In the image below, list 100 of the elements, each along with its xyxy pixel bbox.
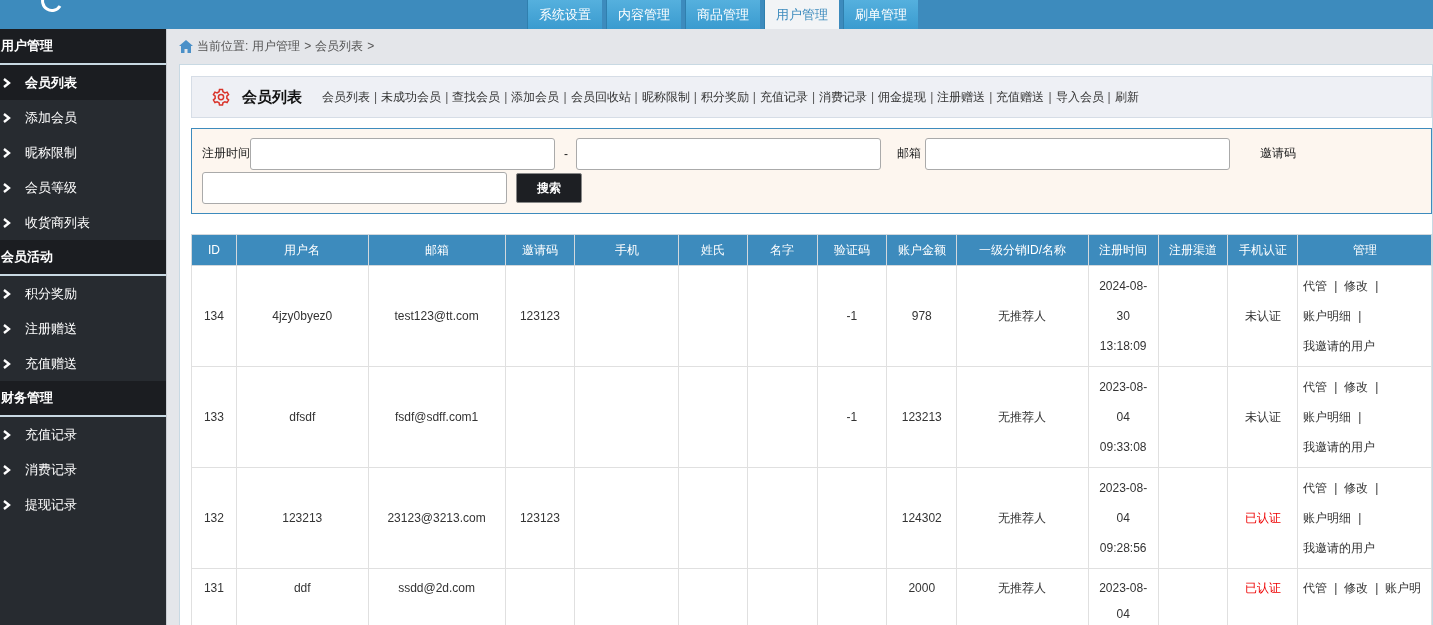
verify-status: 已认证 <box>1244 511 1281 525</box>
action-link[interactable]: 修改 <box>1344 380 1369 394</box>
sidebar-item[interactable]: 添加会员 <box>0 100 166 135</box>
sidebar-item-label: 消费记录 <box>25 460 77 479</box>
panel-link[interactable]: 充值赠送 <box>996 88 1045 106</box>
sidebar-item[interactable]: 充值赠送 <box>0 346 166 381</box>
action-link[interactable]: 修改 <box>1344 581 1369 595</box>
breadcrumb-separator: > <box>367 39 375 53</box>
input-field[interactable] <box>202 172 507 205</box>
chevron-icon <box>3 217 11 228</box>
separator: | <box>563 90 567 104</box>
action-link[interactable]: 我邀请的用户 <box>1303 339 1376 353</box>
panel-link[interactable]: 会员回收站 <box>570 88 631 106</box>
action-link[interactable]: 我邀请的用户 <box>1303 541 1376 555</box>
panel-link[interactable]: 充值记录 <box>759 88 808 106</box>
table-cell: 123213 <box>282 511 323 525</box>
column-header: 手机 <box>614 242 639 257</box>
table-cell: 4jzy0byez0 <box>272 309 333 323</box>
column-header: 邮箱 <box>424 242 449 257</box>
column-header: 注册时间 <box>1099 242 1148 257</box>
separator: | <box>1107 90 1111 104</box>
table-cell: 123213 <box>901 410 942 424</box>
column-header: 姓氏 <box>700 242 725 257</box>
gear-icon <box>212 88 230 106</box>
panel-link[interactable]: 未成功会员 <box>381 88 442 106</box>
input-field[interactable] <box>576 137 881 170</box>
action-link[interactable]: 代管 <box>1303 380 1328 394</box>
action-link[interactable]: 修改 <box>1344 279 1369 293</box>
separator: | <box>374 90 378 104</box>
sidebar-item[interactable]: 积分奖励 <box>0 276 166 311</box>
breadcrumb-link[interactable]: 会员列表 <box>315 37 364 55</box>
chevron-icon <box>3 429 11 440</box>
column-header: ID <box>207 243 220 257</box>
separator: | <box>504 90 508 104</box>
chevron-icon <box>3 464 11 475</box>
panel-link[interactable]: 佣金提现 <box>878 88 927 106</box>
action-link[interactable]: 代管 <box>1303 581 1328 595</box>
panel-link[interactable]: 会员列表 <box>322 88 370 106</box>
separator: | <box>1358 410 1362 424</box>
separator: | <box>1375 481 1379 495</box>
sidebar-item[interactable]: 收货商列表 <box>0 205 166 240</box>
chevron-icon <box>3 288 11 299</box>
panel-link[interactable]: 消费记录 <box>819 88 867 106</box>
panel-link[interactable]: 刷新 <box>1114 88 1139 106</box>
home-icon <box>179 39 193 53</box>
action-link[interactable]: 代管 <box>1303 481 1328 495</box>
table-cell: 无推荐人 <box>998 309 1047 323</box>
panel-link[interactable]: 导入会员 <box>1055 88 1104 106</box>
sidebar-item[interactable]: 充值记录 <box>0 417 166 452</box>
nav-tab[interactable]: 用户管理 <box>764 0 839 29</box>
panel-link[interactable]: 昵称限制 <box>641 88 690 106</box>
action-link[interactable]: 账户明 <box>1385 581 1422 595</box>
breadcrumb-label: 当前位置: <box>197 37 249 55</box>
sidebar-item[interactable]: 提现记录 <box>0 487 166 522</box>
action-link[interactable]: 账户明细 <box>1303 309 1352 323</box>
chevron-icon <box>3 499 11 510</box>
sidebar-item[interactable]: 会员等级 <box>0 170 166 205</box>
panel-link[interactable]: 注册赠送 <box>937 88 986 106</box>
table-cell: 123123 <box>519 511 560 525</box>
separator: | <box>693 90 697 104</box>
table-cell: 无推荐人 <box>998 410 1047 424</box>
table-cell: ssdd@2d.com <box>398 581 475 595</box>
table-cell: 134 <box>203 309 224 323</box>
action-link[interactable]: 账户明细 <box>1303 410 1352 424</box>
table-cell: 124302 <box>901 511 942 525</box>
chevron-icon <box>3 182 11 193</box>
search-button[interactable]: 搜索 <box>516 173 582 204</box>
table-cell: 132 <box>203 511 224 525</box>
action-link[interactable]: 我邀请的用户 <box>1303 440 1376 454</box>
separator: | <box>752 90 756 104</box>
separator: | <box>1334 279 1338 293</box>
sidebar-item[interactable]: 昵称限制 <box>0 135 166 170</box>
input-field[interactable] <box>250 137 555 170</box>
table-cell: 无推荐人 <box>998 511 1047 525</box>
sidebar-item[interactable]: 会员列表 <box>0 65 166 100</box>
sidebar-group-title: 用户管理 <box>0 29 166 65</box>
action-link[interactable]: 账户明细 <box>1303 511 1352 525</box>
action-link[interactable]: 修改 <box>1344 481 1369 495</box>
breadcrumb-link[interactable]: 用户管理 <box>252 37 301 55</box>
sidebar-item[interactable]: 消费记录 <box>0 452 166 487</box>
table-cell: 2023-08-04 09:28:56 <box>1099 481 1148 555</box>
table-cell: -1 <box>846 309 858 323</box>
panel-link[interactable]: 积分奖励 <box>700 88 749 106</box>
verify-status: 未认证 <box>1244 410 1281 424</box>
verify-status: 未认证 <box>1244 309 1281 323</box>
separator: | <box>811 90 815 104</box>
table-cell: ddf <box>293 581 311 595</box>
panel-link[interactable]: 查找会员 <box>452 88 501 106</box>
separator: | <box>1375 581 1379 595</box>
panel-title: 会员列表 <box>242 87 302 107</box>
action-link[interactable]: 代管 <box>1303 279 1328 293</box>
sidebar-group-title: 财务管理 <box>0 381 166 417</box>
input-field[interactable] <box>925 137 1230 170</box>
breadcrumb-separator: > <box>304 39 312 53</box>
sidebar-item[interactable]: 注册赠送 <box>0 311 166 346</box>
panel-link[interactable]: 添加会员 <box>511 88 560 106</box>
table-cell: 无推荐人 <box>998 581 1047 595</box>
field-label: 邀请码 <box>1260 145 1296 163</box>
sidebar-item-label: 注册赠送 <box>25 319 77 338</box>
sidebar-item-label: 充值记录 <box>25 425 77 444</box>
